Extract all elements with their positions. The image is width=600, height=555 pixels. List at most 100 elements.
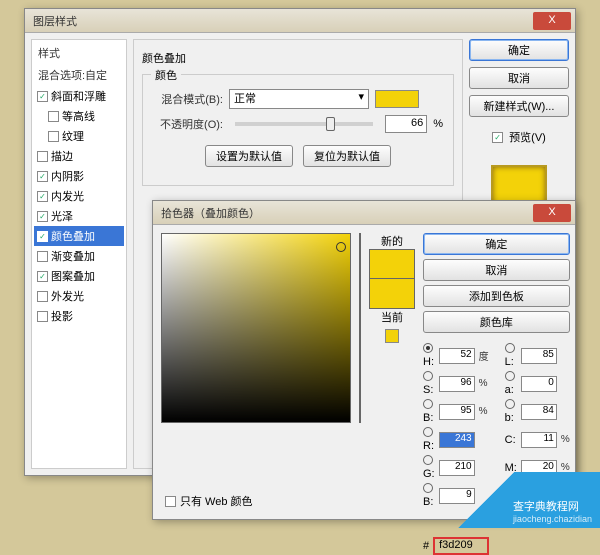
watermark-sub: jiaocheng.chazidian <box>513 514 592 524</box>
b-input[interactable]: 84 <box>521 404 557 420</box>
warning-swatch[interactable] <box>385 329 399 343</box>
ok-button[interactable]: 确定 <box>423 233 570 255</box>
slider-thumb[interactable] <box>326 117 335 131</box>
sidebar-item-outer-glow[interactable]: 外发光 <box>34 286 124 306</box>
current-color-swatch[interactable] <box>369 279 415 309</box>
color-group: 颜色 混合模式(B): 正常▾ 不透明度(O): 66 % 设置为默认值 复位为… <box>142 74 454 186</box>
checkbox-icon[interactable] <box>165 496 176 507</box>
new-label: 新的 <box>381 233 403 249</box>
new-current-swatches: 新的 当前 <box>369 233 415 343</box>
blend-mode-select[interactable]: 正常▾ <box>229 89 369 109</box>
new-style-button[interactable]: 新建样式(W)... <box>469 95 569 117</box>
ok-button[interactable]: 确定 <box>469 39 569 61</box>
opacity-value[interactable]: 66 <box>385 115 427 133</box>
sidebar-item-label: 内阴影 <box>51 168 84 184</box>
sidebar-item-drop-shadow[interactable]: 投影 <box>34 306 124 326</box>
checkbox-icon[interactable] <box>37 311 48 322</box>
sidebar-item-label: 等高线 <box>62 108 95 124</box>
l-input[interactable]: 85 <box>521 348 557 364</box>
sidebar-item-bevel[interactable]: ✓斜面和浮雕 <box>34 86 124 106</box>
percent-unit: % <box>433 118 443 130</box>
blend-options-line[interactable]: 混合选项:自定 <box>34 64 124 86</box>
checkbox-icon[interactable] <box>37 151 48 162</box>
checkbox-icon[interactable]: ✓ <box>37 211 48 222</box>
sidebar-item-inner-glow[interactable]: ✓内发光 <box>34 186 124 206</box>
checkbox-icon[interactable] <box>37 291 48 302</box>
sv-cursor-icon[interactable] <box>336 242 346 252</box>
style-sidebar: 样式 混合选项:自定 ✓斜面和浮雕 等高线 纹理 描边 ✓内阴影 ✓内发光 ✓光… <box>31 39 127 469</box>
c-input[interactable]: 11 <box>521 432 557 448</box>
sidebar-item-label: 内发光 <box>51 188 84 204</box>
h-input[interactable]: 52 <box>439 348 475 364</box>
sidebar-header[interactable]: 样式 <box>34 42 124 64</box>
sidebar-item-pattern-overlay[interactable]: ✓图案叠加 <box>34 266 124 286</box>
sidebar-item-gradient-overlay[interactable]: 渐变叠加 <box>34 246 124 266</box>
new-color-swatch <box>369 249 415 279</box>
r-input[interactable]: 243 <box>439 432 475 448</box>
blend-mode-label: 混合模式(B): <box>153 91 223 107</box>
preview-toggle[interactable]: ✓预览(V) <box>469 129 569 145</box>
saturation-value-field[interactable] <box>161 233 351 423</box>
checkbox-icon[interactable] <box>48 131 59 142</box>
color-libraries-button[interactable]: 颜色库 <box>423 311 570 333</box>
sidebar-item-label: 颜色叠加 <box>51 228 95 244</box>
checkbox-icon[interactable]: ✓ <box>37 231 48 242</box>
radio-h[interactable]: H: <box>423 343 435 368</box>
checkbox-icon[interactable]: ✓ <box>37 191 48 202</box>
sidebar-item-label: 投影 <box>51 308 73 324</box>
titlebar[interactable]: 图层样式 X <box>25 9 575 33</box>
sidebar-item-stroke[interactable]: 描边 <box>34 146 124 166</box>
chevron-down-icon: ▾ <box>358 90 364 103</box>
sidebar-item-label: 纹理 <box>62 128 84 144</box>
opacity-label: 不透明度(O): <box>153 116 223 132</box>
a-input[interactable]: 0 <box>521 376 557 392</box>
titlebar[interactable]: 拾色器（叠加颜色） X <box>153 201 575 225</box>
radio-b[interactable]: b: <box>505 399 517 424</box>
sidebar-item-contour[interactable]: 等高线 <box>34 106 124 126</box>
checkbox-icon[interactable]: ✓ <box>37 91 48 102</box>
close-icon[interactable]: X <box>533 204 571 222</box>
checkbox-icon[interactable] <box>48 111 59 122</box>
label-c: C: <box>505 434 517 446</box>
close-icon[interactable]: X <box>533 12 571 30</box>
sidebar-item-color-overlay[interactable]: ✓颜色叠加 <box>34 226 124 246</box>
checkbox-icon[interactable]: ✓ <box>492 132 503 143</box>
add-swatch-button[interactable]: 添加到色板 <box>423 285 570 307</box>
cancel-button[interactable]: 取消 <box>469 67 569 89</box>
radio-s[interactable]: S: <box>423 371 435 396</box>
checkbox-icon[interactable] <box>37 251 48 262</box>
sidebar-item-inner-shadow[interactable]: ✓内阴影 <box>34 166 124 186</box>
radio-l[interactable]: L: <box>505 343 517 368</box>
hex-row: # f3d209 <box>423 537 570 555</box>
cancel-button[interactable]: 取消 <box>423 259 570 281</box>
window-title: 图层样式 <box>29 13 533 29</box>
sidebar-item-label: 斜面和浮雕 <box>51 88 106 104</box>
picker-right: 确定 取消 添加到色板 颜色库 H:52度 L:85 S:96% a:0 B:9… <box>423 233 570 511</box>
window-title: 拾色器（叠加颜色） <box>157 205 533 221</box>
s-input[interactable]: 96 <box>439 376 475 392</box>
picker-left: 只有 Web 颜色 <box>161 233 351 511</box>
watermark-brand: 查字典教程网 <box>513 498 592 514</box>
sidebar-item-label: 描边 <box>51 148 73 164</box>
radio-bv[interactable]: B: <box>423 399 435 424</box>
reset-default-button[interactable]: 复位为默认值 <box>303 145 391 167</box>
radio-r[interactable]: R: <box>423 427 435 452</box>
picker-buttons: 确定 取消 添加到色板 颜色库 <box>423 233 570 333</box>
sidebar-item-label: 渐变叠加 <box>51 248 95 264</box>
radio-a[interactable]: a: <box>505 371 517 396</box>
hue-strip[interactable] <box>359 233 361 423</box>
sidebar-item-texture[interactable]: 纹理 <box>34 126 124 146</box>
checkbox-icon[interactable]: ✓ <box>37 271 48 282</box>
group-title: 颜色 <box>151 67 181 83</box>
hex-input[interactable]: f3d209 <box>433 537 489 555</box>
sidebar-item-satin[interactable]: ✓光泽 <box>34 206 124 226</box>
sidebar-item-label: 外发光 <box>51 288 84 304</box>
make-default-button[interactable]: 设置为默认值 <box>205 145 293 167</box>
bv-input[interactable]: 95 <box>439 404 475 420</box>
web-only-row[interactable]: 只有 Web 颜色 <box>165 493 253 509</box>
overlay-color-swatch[interactable] <box>375 90 419 108</box>
opacity-slider[interactable] <box>235 122 373 126</box>
current-label: 当前 <box>381 309 403 325</box>
sidebar-item-label: 图案叠加 <box>51 268 95 284</box>
checkbox-icon[interactable]: ✓ <box>37 171 48 182</box>
